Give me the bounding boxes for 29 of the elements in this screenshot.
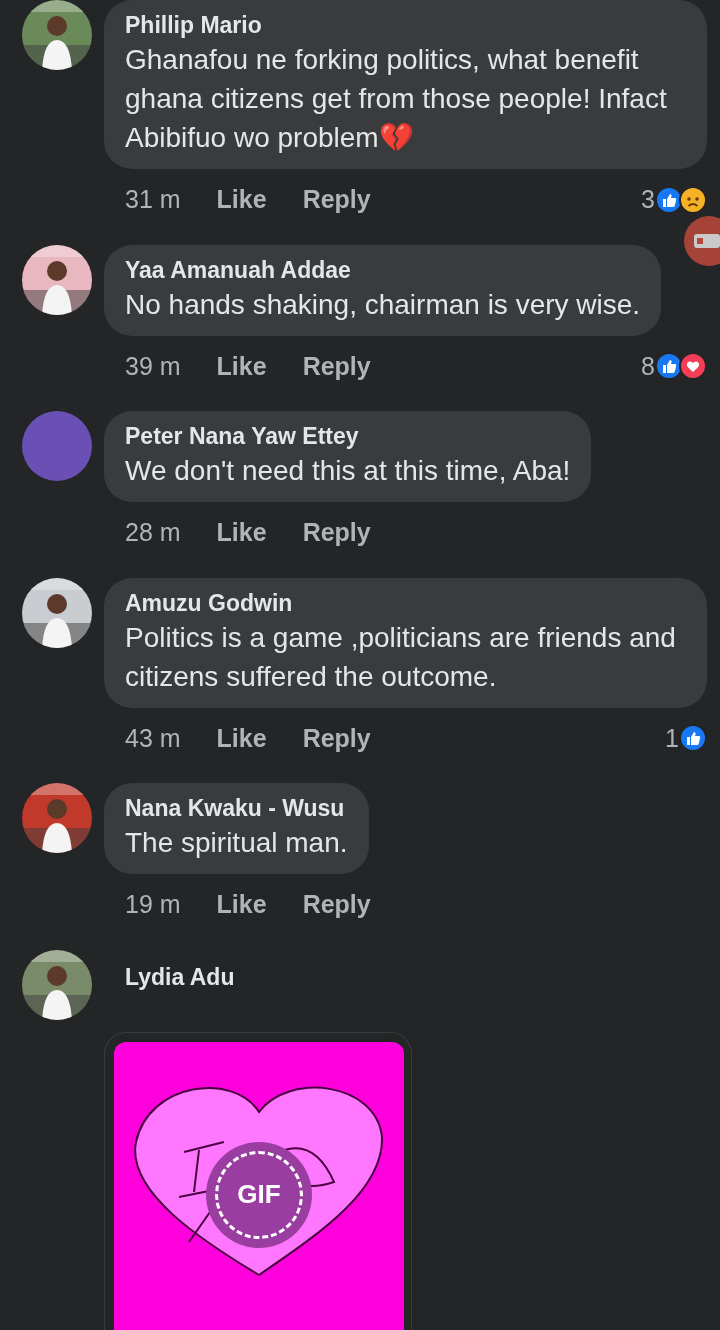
commenter-name[interactable]: Phillip Mario xyxy=(125,10,686,40)
commenter-name[interactable]: Yaa Amanuah Addae xyxy=(125,254,641,285)
comment-time: 19 m xyxy=(125,889,181,920)
reply-link[interactable]: Reply xyxy=(302,347,371,385)
like-link[interactable]: Like xyxy=(216,514,267,552)
comment-time: 39 m xyxy=(125,350,181,382)
comment-time: 28 m xyxy=(125,517,181,548)
comment-text: We don't need this at this time, Aba! xyxy=(125,454,571,488)
like-link[interactable]: Like xyxy=(216,719,267,757)
comment-time: 31 m xyxy=(125,184,181,215)
commenter-name[interactable]: Amuzu Godwin xyxy=(125,587,686,618)
comment-text: Politics is a game ,politicians are friends and citizens suffered the outcome. xyxy=(125,620,677,694)
reaction-count: 8 xyxy=(641,350,655,382)
reply-link[interactable]: Reply xyxy=(302,719,371,757)
commenter-name[interactable]: Peter Nana Yaw Ettey xyxy=(125,421,571,451)
like-link[interactable]: Like xyxy=(216,347,267,385)
reaction-count: 1 xyxy=(665,722,679,754)
reaction-count: 3 xyxy=(641,184,655,215)
reply-link[interactable]: Reply xyxy=(302,514,371,552)
commenter-name[interactable]: Nana Kwaku - Wusu xyxy=(125,793,348,823)
like-link[interactable]: Like xyxy=(216,181,267,219)
reply-link[interactable]: Reply xyxy=(302,181,371,219)
like-link[interactable]: Like xyxy=(216,886,267,924)
comment-text: Ghanafou ne forking politics, what benefit ghana citizens get from those people! Infact Abibifuo wo problem💔 xyxy=(125,43,668,155)
comment-time: 43 m xyxy=(125,722,181,754)
reply-link[interactable]: Reply xyxy=(302,886,371,924)
comment-text: No hands shaking, chairman is very wise. xyxy=(125,287,641,322)
comment-text: The spiritual man. xyxy=(125,826,348,860)
commenter-name[interactable]: Lydia Adu xyxy=(104,949,235,992)
